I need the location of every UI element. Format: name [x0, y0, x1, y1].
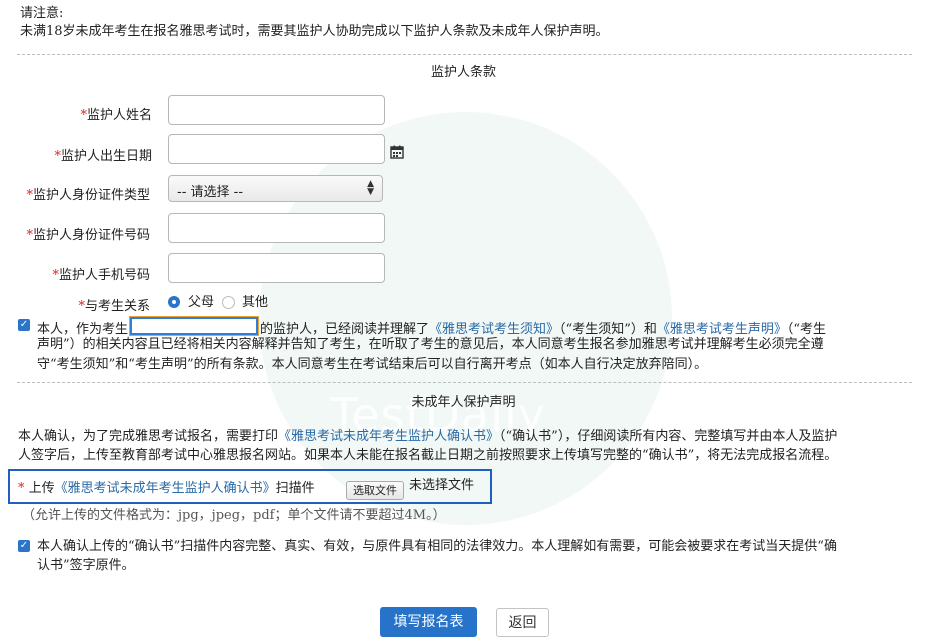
confirm-line1: 本人确认上传的“确认书”扫描件内容完整、真实、有效，与原件具有相同的法律效力。本…: [37, 539, 837, 554]
candidate-statement-link[interactable]: 《雅思考试考生声明》: [657, 322, 787, 337]
confirmation-letter-link[interactable]: 《雅思考试未成年考生监护人确认书》: [278, 429, 499, 444]
guardian-dob-label: *监护人出生日期: [54, 149, 152, 164]
guardian-name-label: *监护人姓名: [80, 108, 152, 123]
confirm-checkbox[interactable]: ✓: [18, 540, 30, 552]
guardian-dob-input[interactable]: [168, 134, 385, 164]
back-button[interactable]: 返回: [496, 608, 549, 637]
no-file-text: 未选择文件: [409, 478, 475, 493]
relation-label: *与考生关系: [78, 299, 150, 314]
guardian-id-number-input[interactable]: [168, 213, 385, 243]
guardian-section-title: 监护人条款: [430, 65, 496, 80]
relation-parent-radio[interactable]: [168, 296, 180, 308]
divider: [17, 54, 912, 55]
calendar-icon[interactable]: [390, 145, 404, 163]
guardian-phone-input[interactable]: [168, 253, 385, 283]
select-value: -- 请选择 --: [177, 185, 244, 200]
upload-letter-link[interactable]: 《雅思考试未成年考生监护人确认书》: [55, 481, 276, 496]
declaration-line2: 声明”）的相关内容且已经将相关内容解释并告知了考生，在听取了考生的意见后，本人同…: [37, 337, 824, 352]
declaration-checkbox[interactable]: ✓: [18, 319, 30, 331]
notice-heading: 请注意:: [20, 6, 64, 21]
guardian-phone-label: *监护人手机号码: [52, 268, 150, 283]
guardian-id-type-label: *监护人身份证件类型: [26, 188, 150, 203]
declaration-line3: 守“考生须知”和“考生声明”的所有条款。本人同意考生在考试结束后可以自行离开考点…: [37, 357, 708, 372]
format-note: （允许上传的文件格式为：jpg，jpeg，pdf；单个文件请不要超过4M。）: [22, 508, 446, 523]
upload-label: * 上传《雅思考试未成年考生监护人确认书》扫描件: [18, 481, 315, 496]
relation-other-radio[interactable]: [222, 296, 235, 309]
divider: [17, 382, 912, 383]
minor-paragraph-line1: 本人确认，为了完成雅思考试报名，需要打印《雅思考试未成年考生监护人确认书》（“确…: [18, 429, 838, 444]
candidate-name-field[interactable]: [129, 316, 260, 336]
confirm-line2: 认书”签字原件。: [37, 558, 135, 573]
minor-paragraph-line2: 人签字后，上传至教育部考试中心雅思报名网站。如果本人未能在报名截止日期之前按照要…: [18, 448, 838, 463]
minor-section-title: 未成年人保护声明: [411, 395, 516, 410]
guardian-id-type-select[interactable]: -- 请选择 -- ▲ ▼: [168, 175, 383, 202]
relation-parent-label: 父母: [188, 295, 215, 310]
guardian-name-input[interactable]: [168, 95, 385, 125]
select-arrows-icon: ▲ ▼: [367, 179, 374, 197]
choose-file-button[interactable]: 选取文件: [346, 481, 404, 500]
relation-other-label: 其他: [242, 295, 269, 310]
submit-button[interactable]: 填写报名表: [380, 607, 477, 637]
candidate-notice-link[interactable]: 《雅思考试考生须知》: [429, 322, 559, 337]
notice-text: 未满18岁未成年考生在报名雅思考试时，需要其监护人协助完成以下监护人条款及未成年…: [20, 24, 609, 39]
guardian-id-number-label: *监护人身份证件号码: [26, 228, 150, 243]
